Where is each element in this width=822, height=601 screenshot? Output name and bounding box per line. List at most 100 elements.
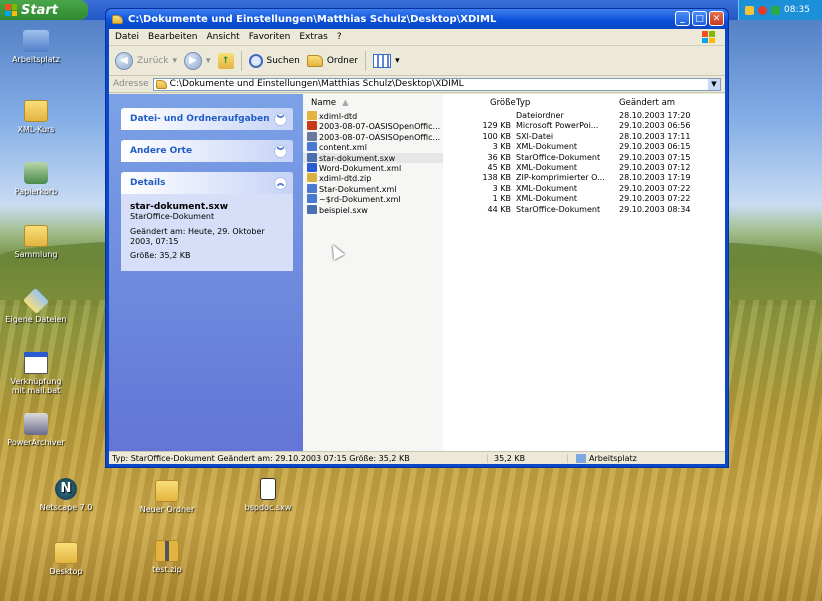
other-places-section[interactable]: Andere Orte ︾ — [121, 140, 293, 162]
tasks-section[interactable]: Datei- und Ordneraufgaben ︾ — [121, 108, 293, 130]
tray-network-icon[interactable] — [745, 5, 754, 15]
file-row[interactable]: 2003-08-07-OASISOpenOffic... 129 KB Micros… — [303, 121, 690, 131]
file-name: Star-Dokument.xml — [319, 184, 397, 194]
status-size: 35,2 KB — [487, 453, 567, 463]
file-row[interactable]: 2003-08-07-OASISOpenOffic... 100 KB SXI-Da… — [303, 131, 690, 142]
file-changed: 29.10.2003 06:56 — [619, 121, 691, 131]
menu-datei[interactable]: Datei — [115, 32, 139, 42]
toolbar-separator — [365, 50, 367, 71]
recycle-bin-icon — [24, 162, 48, 184]
status-location: Arbeitsplatz — [567, 453, 637, 463]
up-button[interactable]: ↑ — [217, 52, 234, 69]
file-size: 1 KB — [492, 194, 511, 204]
desktop-icon-mail-shortcut[interactable]: Verknüpfung mit mail.bat — [4, 352, 68, 395]
column-header-size[interactable]: Größe — [490, 96, 516, 109]
menu-extras[interactable]: Extras — [299, 32, 327, 42]
column-header-changed[interactable]: Geändert am — [619, 96, 675, 109]
explorer-body: Datei- und Ordneraufgaben ︾ Andere Orte … — [109, 94, 725, 451]
file-changed: 29.10.2003 07:22 — [619, 194, 691, 204]
menu-bar: Datei Bearbeiten Ansicht Favoriten Extra… — [109, 29, 725, 46]
tray-app-icon[interactable] — [771, 5, 780, 15]
file-type: Microsoft PowerPoi... — [516, 121, 599, 131]
details-section[interactable]: Details ︽ star-dokument.sxw StarOffice-D… — [121, 172, 293, 271]
start-button[interactable]: Start — [0, 0, 88, 20]
desktop-icon-papierkorb[interactable]: Papierkorb — [4, 162, 68, 196]
file-size: 44 KB — [487, 204, 511, 214]
search-button[interactable]: Suchen — [248, 53, 300, 68]
minimize-button[interactable]: _ — [675, 11, 690, 26]
desktop-icon-test-zip[interactable]: test.zip — [135, 540, 199, 574]
file-row[interactable]: beispiel.sxw 44 KB StarOffice-Dokument 29.1… — [303, 204, 690, 215]
tray-security-icon[interactable] — [758, 5, 767, 15]
computer-icon — [576, 453, 586, 463]
file-type: XML-Dokument — [516, 142, 578, 152]
chevron-down-icon[interactable]: ︾ — [274, 112, 287, 126]
folder-icon — [24, 100, 48, 122]
file-row[interactable]: star-dokument.sxw 36 KB StarOffice-Dokumen… — [303, 152, 690, 163]
desktop-icon-xml-kurs[interactable]: XML-Kurs — [4, 100, 68, 134]
menu-ansicht[interactable]: Ansicht — [206, 32, 239, 42]
word-xml-file-icon — [307, 163, 317, 172]
desktop-icon-eigene-dateien[interactable]: Eigene Dateien — [4, 287, 68, 324]
back-button[interactable]: ◀ Zurück ▾ — [115, 51, 177, 70]
desktop-icon-desktop[interactable]: Desktop — [34, 542, 98, 576]
desktop-icon-neuer-ordner[interactable]: Neuer Ordner — [135, 480, 199, 514]
desktop-icon-bspdoc[interactable]: bspdoc.sxw — [236, 478, 300, 512]
menu-help[interactable]: ? — [337, 32, 342, 42]
file-size: 3 KB — [492, 142, 511, 152]
chevron-down-icon[interactable]: ︾ — [274, 144, 287, 158]
file-row[interactable]: ~$rd-Dokument.xml 1 KB XML-Dokument 29.10.2… — [303, 194, 690, 204]
file-row[interactable]: content.xml 3 KB XML-Dokument 29.10.2003 06… — [303, 142, 690, 152]
file-size: 36 KB — [487, 152, 511, 162]
folder-icon — [155, 480, 179, 502]
desktop-icon-sammlung[interactable]: Sammlung — [4, 225, 68, 259]
file-name: 2003-08-07-OASISOpenOffic... — [319, 132, 441, 142]
desktop-icon-arbeitsplatz[interactable]: Arbeitsplatz — [4, 30, 68, 64]
status-info: Typ: StarOffice-Dokument Geändert am: 29… — [112, 453, 410, 463]
file-type: StarOffice-Dokument — [516, 204, 601, 214]
address-input[interactable]: C:\Dokumente und Einstellungen\Matthias … — [152, 77, 721, 91]
file-changed: 29.10.2003 07:15 — [619, 152, 691, 162]
file-changed: 29.10.2003 07:12 — [619, 163, 691, 172]
powerpoint-file-icon — [307, 121, 317, 131]
file-row[interactable]: Word-Dokument.xml 45 KB XML-Dokument 29.10.… — [303, 163, 690, 173]
chevron-down-icon[interactable]: ▼ — [708, 78, 720, 90]
column-header-type[interactable]: Typ — [516, 96, 530, 109]
file-changed: 28.10.2003 17:19 — [619, 173, 691, 183]
file-changed: 28.10.2003 17:20 — [619, 111, 691, 120]
start-label: Start — [21, 2, 58, 18]
xml-file-icon — [307, 194, 317, 204]
folders-button[interactable]: Ordner — [306, 54, 358, 67]
close-button[interactable]: ✕ — [709, 11, 724, 26]
title-bar[interactable]: C:\Dokumente und Einstellungen\Matthias … — [106, 9, 728, 29]
menu-bearbeiten[interactable]: Bearbeiten — [148, 32, 197, 42]
file-row[interactable]: Star-Dokument.xml 3 KB XML-Dokument 29.10.2… — [303, 183, 690, 194]
desktop-icon-powerarchiver[interactable]: PowerArchiver — [4, 413, 68, 447]
menu-favoriten[interactable]: Favoriten — [249, 32, 291, 42]
netscape-icon: N — [55, 478, 77, 500]
explorer-window: C:\Dokumente und Einstellungen\Matthias … — [105, 8, 729, 468]
file-row[interactable]: xdiml-dtd Dateiordner 28.10.2003 17:20 — [303, 111, 690, 121]
forward-arrow-icon: ▶ — [183, 51, 202, 70]
file-size: 138 KB — [482, 173, 511, 183]
status-bar: Typ: StarOffice-Dokument Geändert am: 29… — [109, 451, 725, 464]
folder-icon — [307, 111, 317, 120]
folders-icon — [306, 54, 323, 67]
file-type: SXI-Datei — [516, 131, 554, 141]
file-size: 100 KB — [482, 131, 511, 141]
clock: 08:35 — [784, 5, 810, 15]
details-file-type: StarOffice-Dokument — [130, 212, 215, 221]
maximize-button[interactable]: □ — [692, 11, 707, 26]
file-type: ZIP-komprimierter O... — [516, 173, 605, 183]
desktop-icon-netscape[interactable]: N Netscape 7.0 — [34, 478, 98, 512]
file-row[interactable]: xdiml-dtd.zip 138 KB ZIP-komprimierter O..… — [303, 173, 690, 184]
forward-button[interactable]: ▶ ▾ — [183, 51, 211, 70]
chevron-up-icon[interactable]: ︽ — [274, 176, 287, 190]
folder-up-icon: ↑ — [217, 52, 234, 69]
file-size: 129 KB — [482, 121, 511, 131]
file-type: Dateiordner — [516, 111, 564, 120]
file-name: xdiml-dtd.zip — [319, 174, 372, 184]
file-type: XML-Dokument — [516, 183, 578, 193]
views-button[interactable]: ▾ — [373, 53, 400, 68]
column-header-name[interactable]: Name ▲ — [311, 96, 349, 109]
